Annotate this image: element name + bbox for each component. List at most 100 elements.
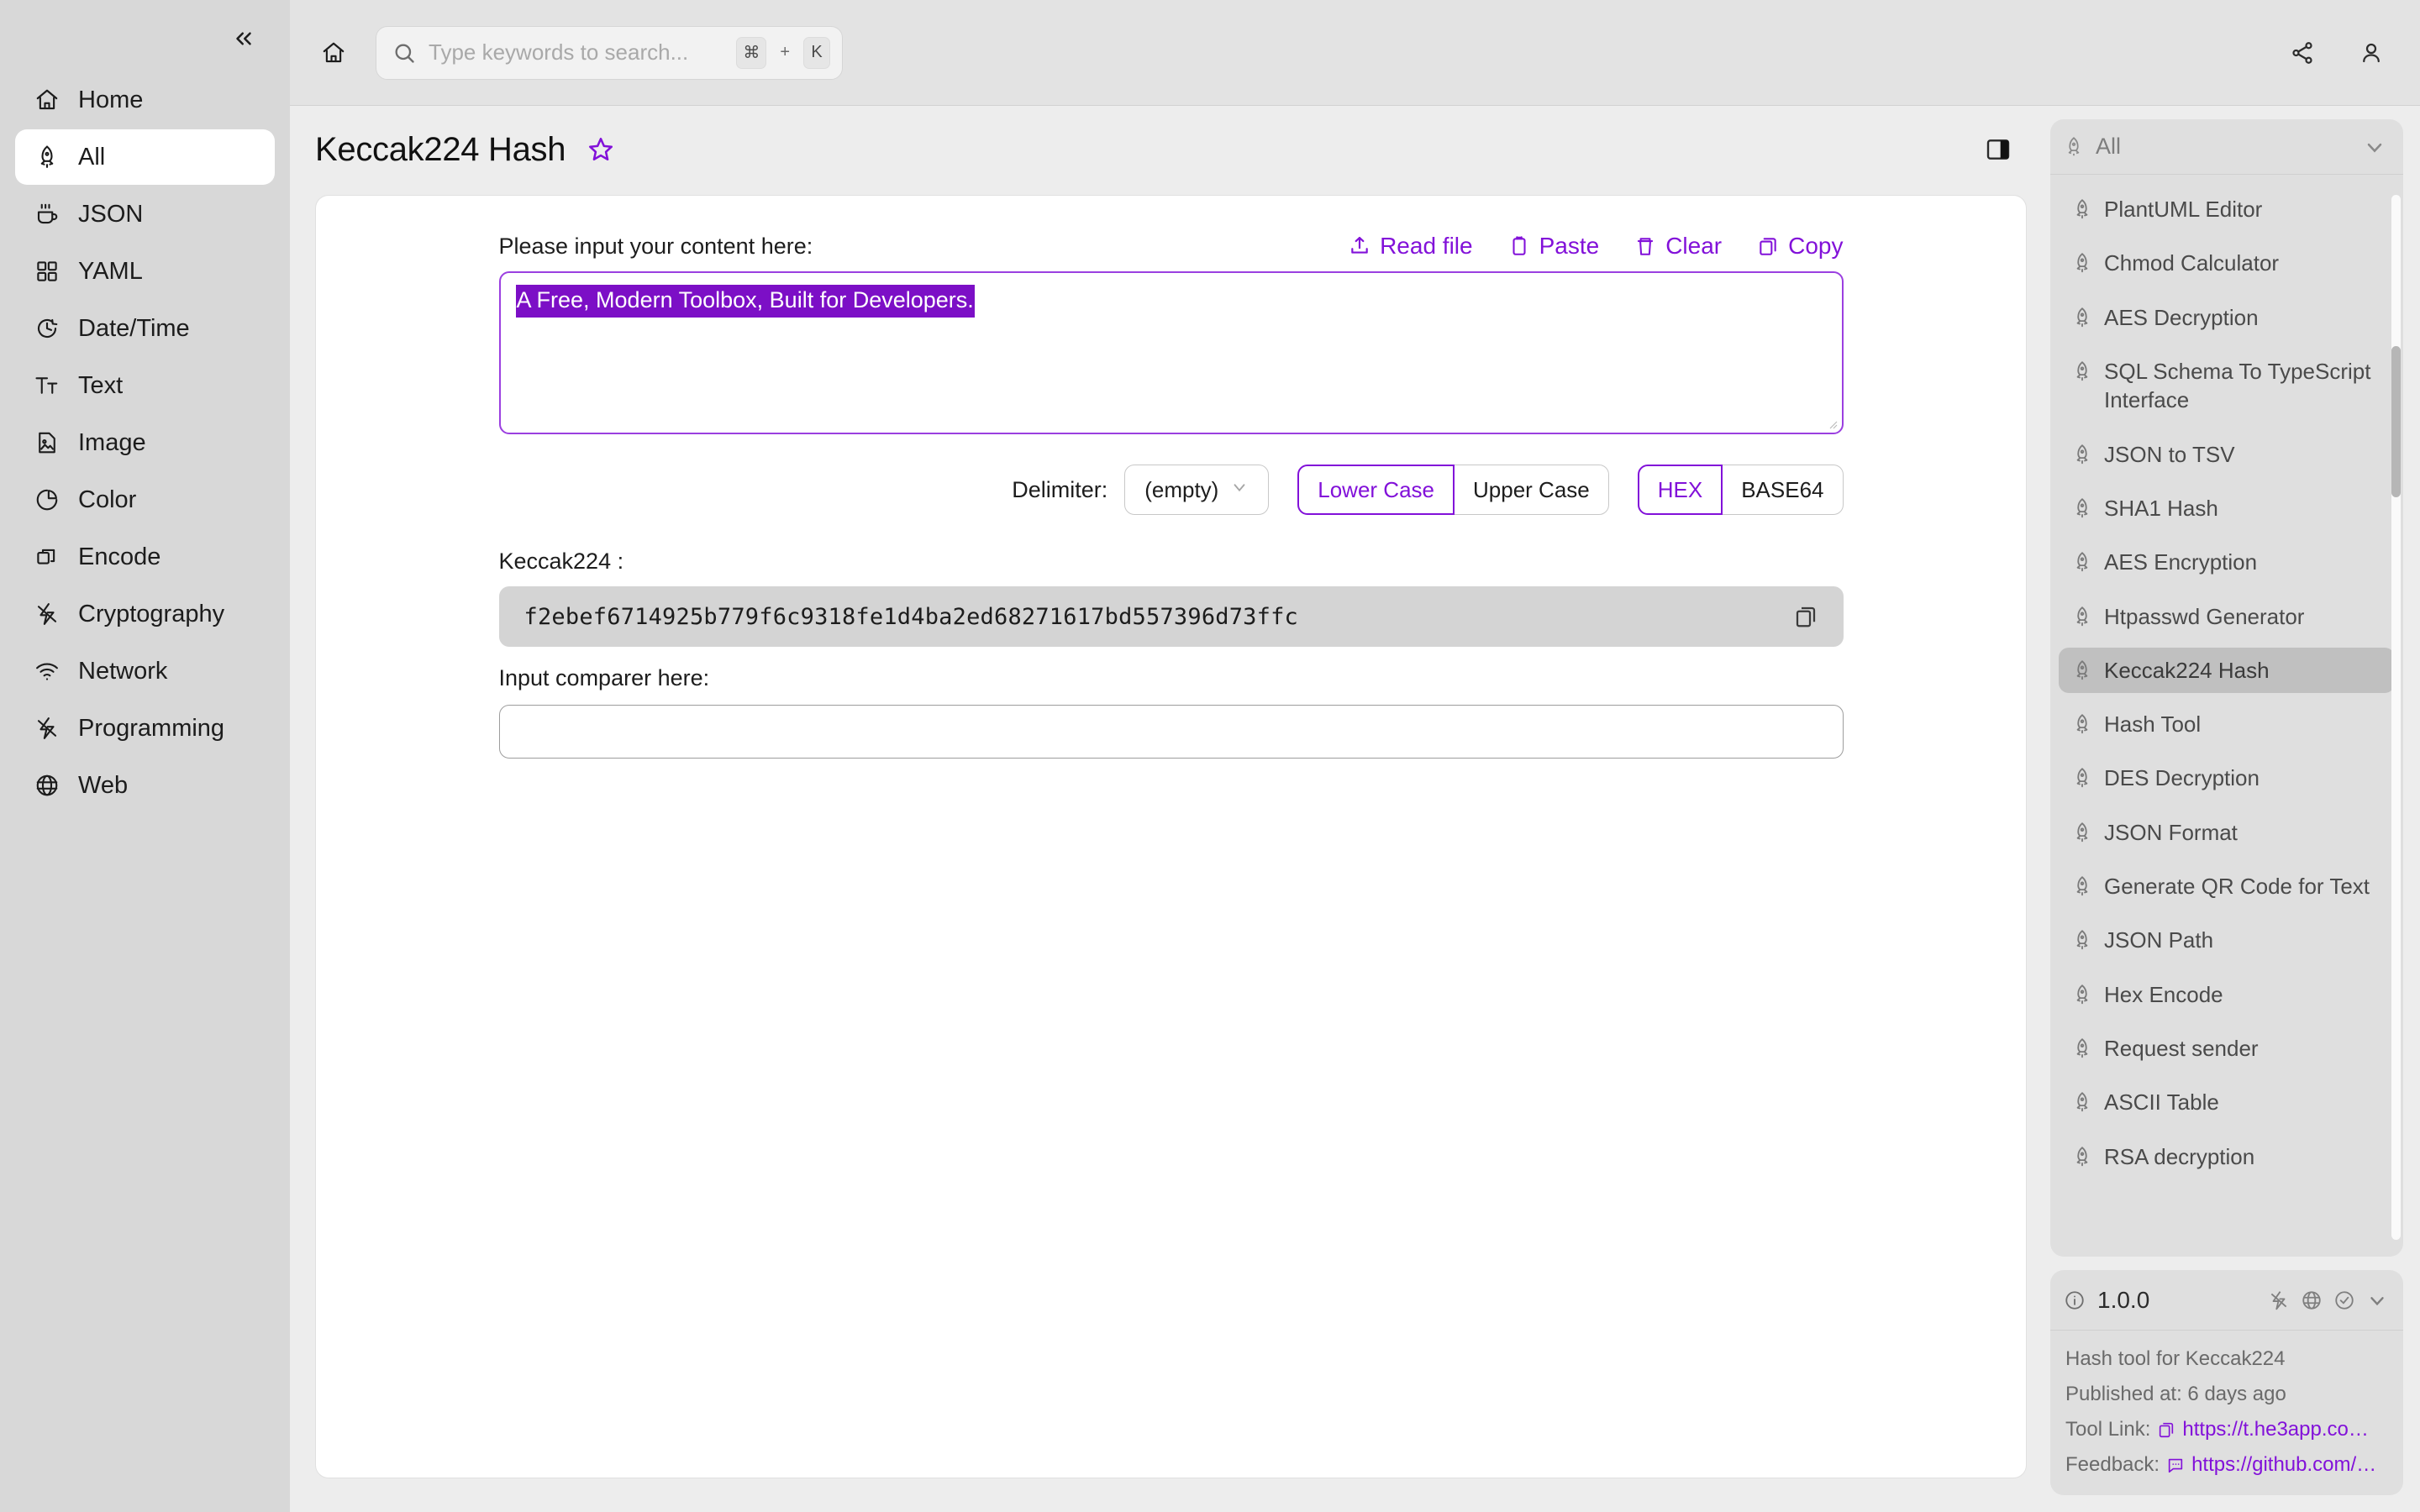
tool-list-item[interactable]: Hex Encode (2059, 972, 2395, 1017)
sidebar-item-label: Web (78, 771, 129, 799)
tool-list-item[interactable]: Htpasswd Generator (2059, 594, 2395, 639)
panel-right-icon (1986, 139, 2010, 160)
tool-list-item[interactable]: DES Decryption (2059, 755, 2395, 801)
tool-list-item-label: PlantUML Editor (2104, 197, 2263, 222)
info-collapse-button[interactable] (2366, 1289, 2388, 1311)
grid-icon (34, 258, 60, 285)
read-file-button[interactable]: Read file (1349, 233, 1473, 260)
tool-list-item[interactable]: AES Decryption (2059, 295, 2395, 340)
tools-panel-collapse-button[interactable] (2363, 135, 2386, 159)
sidebar-nav: Home All JSON YAML Date/Time Text Image Color En… (0, 72, 290, 813)
tools-scrollbar-thumb[interactable] (2391, 346, 2401, 497)
rocket-icon (2070, 443, 2094, 466)
content-textarea[interactable]: A Free, Modern Toolbox, Built for Develo… (498, 271, 1844, 434)
sidebar-item-json[interactable]: JSON (15, 186, 275, 242)
rocket-icon (2070, 928, 2094, 952)
resize-grip-icon[interactable] (1826, 417, 1838, 429)
comparer-input[interactable] (498, 705, 1844, 759)
tool-list-item[interactable]: JSON Path (2059, 917, 2395, 963)
tool-list-item[interactable]: ASCII Table (2059, 1079, 2395, 1125)
input-label: Please input your content here: (498, 234, 813, 259)
sidebar-item-date-time[interactable]: Date/Time (15, 301, 275, 356)
globe-icon[interactable] (2301, 1289, 2323, 1311)
share-button[interactable] (2284, 34, 2321, 71)
sidebar-item-programming[interactable]: Programming (15, 701, 275, 756)
input-actions: Read file Paste Clear Copy (1349, 233, 1844, 260)
sidebar-item-all[interactable]: All (15, 129, 275, 185)
feedback-link[interactable]: https://github.com/… (2166, 1453, 2376, 1477)
copy-icon (2160, 1422, 2174, 1438)
sidebar-item-color[interactable]: Color (15, 472, 275, 528)
tool-list-item[interactable]: Keccak224 Hash (2059, 647, 2395, 694)
tool-list-item[interactable]: Hash Tool (2059, 701, 2395, 747)
encoding-option-hex[interactable]: HEX (1637, 465, 1723, 515)
search-placeholder: Type keywords to search... (429, 39, 689, 65)
rocket-icon (2070, 1090, 2094, 1114)
sidebar-item-label: Cryptography (78, 600, 225, 627)
info-header-icons (2268, 1289, 2388, 1311)
copy-icon (1757, 235, 1779, 257)
rocket-icon (2070, 766, 2094, 790)
tool-list-item[interactable]: Request sender (2059, 1026, 2395, 1071)
encoding-option-base64[interactable]: BASE64 (1723, 465, 1844, 515)
lightning-icon[interactable] (2268, 1289, 2290, 1311)
right-panel: All PlantUML Editor Chmod Calculator AES D… (2050, 106, 2420, 1512)
tool-list-item[interactable]: SHA1 Hash (2059, 486, 2395, 531)
sidebar-item-network[interactable]: Network (15, 643, 275, 699)
topbar-actions (2284, 34, 2390, 71)
tool-list-item[interactable]: Chmod Calculator (2059, 240, 2395, 286)
tools-scrollbar[interactable] (2391, 195, 2401, 1240)
sidebar-item-label: Image (78, 428, 146, 456)
main-column: Type keywords to search... ⌘ + K Keccak2… (290, 0, 2420, 1512)
sidebar-item-cryptography[interactable]: Cryptography (15, 586, 275, 642)
textarea-selected-text: A Free, Modern Toolbox, Built for Develo… (515, 285, 975, 318)
tool-list-item[interactable]: SQL Schema To TypeScript Interface (2059, 349, 2395, 423)
case-toggle-group: Lower Case Upper Case (1297, 465, 1609, 515)
sidebar-item-image[interactable]: Image (15, 415, 275, 470)
tool-link-row: Tool Link: https://t.he3app.co… (2065, 1418, 2388, 1441)
tool-list-item[interactable]: JSON Format (2059, 810, 2395, 855)
tools-panel-header[interactable]: All (2050, 119, 2403, 175)
info-icon (2064, 1289, 2086, 1311)
sidebar-item-encode[interactable]: Encode (15, 529, 275, 585)
result-copy-button[interactable] (1791, 602, 1820, 631)
copy-button[interactable]: Copy (1757, 233, 1844, 260)
clear-button[interactable]: Clear (1634, 233, 1722, 260)
rocket-icon (2070, 496, 2094, 520)
tool-list-item[interactable]: Generate QR Code for Text (2059, 864, 2395, 909)
tool-list-item-label: DES Decryption (2104, 765, 2260, 791)
body-split: Keccak224 Hash Please input your content… (290, 106, 2420, 1512)
case-option-upper-case[interactable]: Upper Case (1455, 465, 1609, 515)
sidebar-item-yaml[interactable]: YAML (15, 244, 275, 299)
coffee-icon (34, 201, 60, 228)
account-button[interactable] (2353, 34, 2390, 71)
tool-list-item[interactable]: RSA decryption (2059, 1134, 2395, 1179)
search-input[interactable]: Type keywords to search... ⌘ + K (376, 25, 843, 80)
panel-toggle-button[interactable] (1980, 131, 2017, 168)
sidebar-collapse-button[interactable] (226, 21, 261, 56)
sidebar-item-web[interactable]: Web (15, 758, 275, 813)
sidebar-item-home[interactable]: Home (15, 72, 275, 128)
page-title: Keccak224 Hash (315, 130, 566, 168)
tool-inner: Please input your content here: Read fil… (498, 233, 1844, 759)
rocket-icon (2070, 983, 2094, 1006)
input-header-row: Please input your content here: Read fil… (499, 233, 1844, 260)
tool-list-item[interactable]: PlantUML Editor (2059, 186, 2395, 232)
feedback-row: Feedback: https://github.com/… (2065, 1453, 2388, 1477)
home-button[interactable] (310, 29, 357, 76)
tool-list-item-label: ASCII Table (2104, 1089, 2219, 1116)
tool-list-item[interactable]: AES Encryption (2059, 539, 2395, 585)
paste-button[interactable]: Paste (1508, 233, 1599, 260)
tool-list-item[interactable]: JSON to TSV (2059, 432, 2395, 477)
user-icon (2363, 43, 2380, 62)
check-circle-icon[interactable] (2333, 1289, 2355, 1311)
shortcut-cmd-key: ⌘ (736, 36, 767, 69)
info-panel-header: 1.0.0 (2050, 1270, 2403, 1331)
sidebar-item-label: Programming (78, 714, 225, 742)
tool-link[interactable]: https://t.he3app.co… (2157, 1418, 2369, 1441)
delimiter-select[interactable]: (empty) (1124, 465, 1270, 515)
sidebar-item-text[interactable]: Text (15, 358, 275, 413)
encoding-toggle-group: HEX BASE64 (1637, 465, 1844, 515)
favorite-button[interactable] (584, 133, 618, 166)
case-option-lower-case[interactable]: Lower Case (1297, 465, 1455, 515)
